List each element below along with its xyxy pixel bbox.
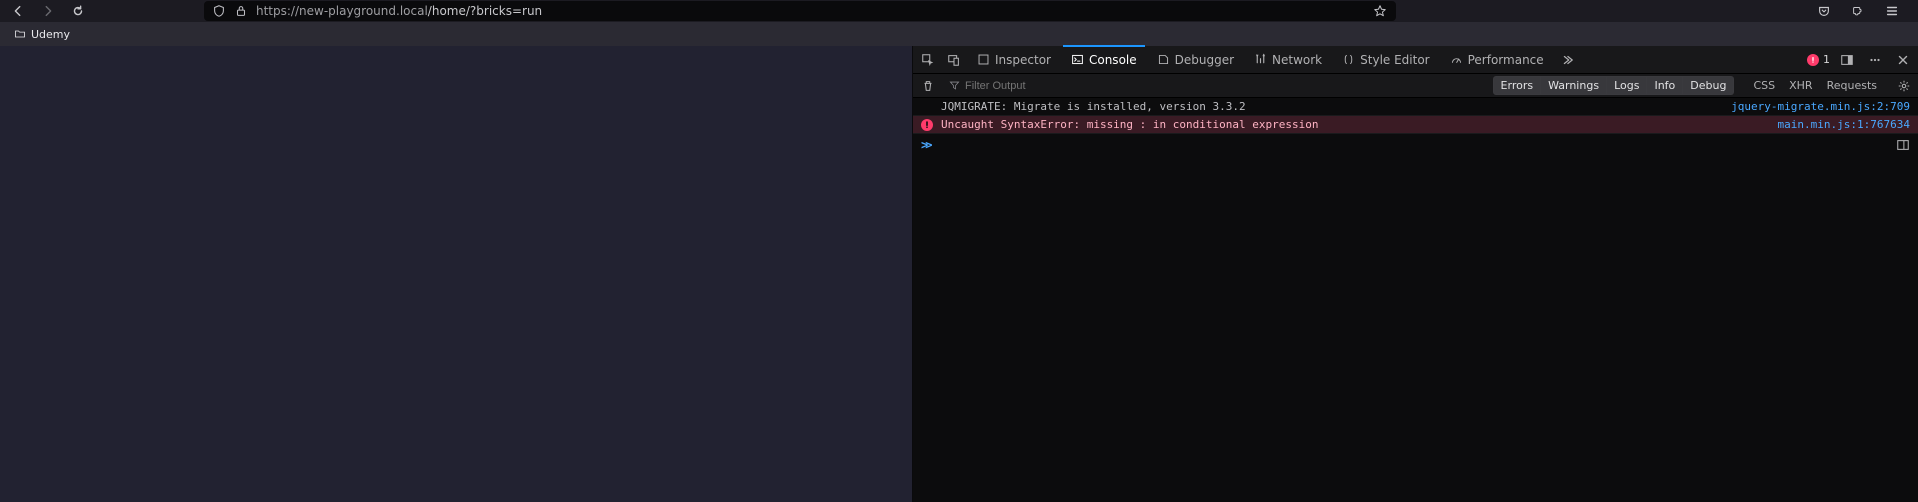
- pick-element-icon[interactable]: [917, 49, 939, 71]
- toggle-info[interactable]: Info: [1647, 76, 1683, 95]
- console-icon: [1071, 53, 1084, 66]
- back-button[interactable]: [10, 3, 26, 19]
- pocket-icon[interactable]: [1816, 3, 1832, 19]
- toggle-css[interactable]: CSS: [1746, 77, 1782, 94]
- error-icon: [921, 119, 933, 131]
- message-text: Uncaught SyntaxError: missing : in condi…: [941, 118, 1770, 131]
- console-toolbar: Errors Warnings Logs Info Debug CSS XHR …: [913, 74, 1918, 98]
- error-count-badge[interactable]: 1: [1807, 53, 1830, 66]
- toggle-errors[interactable]: Errors: [1493, 76, 1542, 95]
- tab-label: Performance: [1468, 53, 1544, 67]
- toggle-warnings[interactable]: Warnings: [1541, 76, 1607, 95]
- console-input-row[interactable]: >>: [913, 134, 1918, 156]
- toggle-debug[interactable]: Debug: [1683, 76, 1734, 95]
- tabs-overflow-icon[interactable]: [1556, 49, 1578, 71]
- clear-console-icon[interactable]: [917, 75, 939, 97]
- folder-icon: [14, 28, 26, 40]
- lock-icon: [234, 4, 248, 18]
- close-devtools-icon[interactable]: [1892, 49, 1914, 71]
- url-path: /home/?bricks=run: [428, 4, 542, 18]
- style-editor-icon: [1342, 53, 1355, 66]
- prompt-chevron-icon: >>: [921, 138, 929, 152]
- bookmarks-bar: Udemy: [0, 22, 1918, 46]
- message-source[interactable]: jquery-migrate.min.js:2:709: [1731, 100, 1910, 113]
- page-viewport[interactable]: [0, 46, 913, 502]
- tab-inspector[interactable]: Inspector: [969, 46, 1059, 74]
- console-message-error[interactable]: Uncaught SyntaxError: missing : in condi…: [913, 116, 1918, 134]
- responsive-mode-icon[interactable]: [943, 49, 965, 71]
- tab-label: Debugger: [1175, 53, 1234, 67]
- tab-network[interactable]: Network: [1246, 46, 1330, 74]
- forward-button[interactable]: [40, 3, 56, 19]
- console-level-toggles: Errors Warnings Logs Info Debug: [1493, 76, 1735, 95]
- extensions-icon[interactable]: [1850, 3, 1866, 19]
- url-text: https://new-playground.local/home/?brick…: [256, 4, 542, 18]
- inspector-icon: [977, 53, 990, 66]
- url-host: https://new-playground.local: [256, 4, 428, 18]
- browser-toolbar: https://new-playground.local/home/?brick…: [0, 0, 1918, 22]
- console-message-log[interactable]: JQMIGRATE: Migrate is installed, version…: [913, 98, 1918, 116]
- error-dot-icon: [1807, 54, 1819, 66]
- devtools-tabs: Inspector Console Debugger Network Style…: [913, 46, 1918, 74]
- toggle-logs[interactable]: Logs: [1607, 76, 1647, 95]
- message-text: JQMIGRATE: Migrate is installed, version…: [941, 100, 1723, 113]
- tab-label: Network: [1272, 53, 1322, 67]
- tab-label: Inspector: [995, 53, 1051, 67]
- tab-debugger[interactable]: Debugger: [1149, 46, 1242, 74]
- console-source-toggles: CSS XHR Requests: [1746, 77, 1884, 94]
- bookmark-star-icon[interactable]: [1372, 3, 1388, 19]
- toggle-xhr[interactable]: XHR: [1782, 77, 1819, 94]
- reload-button[interactable]: [70, 3, 86, 19]
- tab-console[interactable]: Console: [1063, 46, 1145, 74]
- hamburger-menu-icon[interactable]: [1884, 3, 1900, 19]
- tab-label: Style Editor: [1360, 53, 1429, 67]
- console-messages[interactable]: JQMIGRATE: Migrate is installed, version…: [913, 98, 1918, 502]
- more-menu-icon[interactable]: [1864, 49, 1886, 71]
- split-console-icon[interactable]: [1896, 138, 1910, 152]
- filter-output-field[interactable]: [943, 76, 1231, 96]
- message-source[interactable]: main.min.js:1:767634: [1778, 118, 1910, 131]
- devtools-panel: Inspector Console Debugger Network Style…: [913, 46, 1918, 502]
- tab-style-editor[interactable]: Style Editor: [1334, 46, 1437, 74]
- debugger-icon: [1157, 53, 1170, 66]
- toolbar-right-icons: [1816, 3, 1908, 19]
- filter-input[interactable]: [965, 80, 1225, 92]
- bookmark-udemy[interactable]: Udemy: [10, 26, 74, 43]
- bookmark-label: Udemy: [31, 28, 70, 41]
- filter-icon: [949, 80, 960, 91]
- tab-label: Console: [1089, 53, 1137, 67]
- toggle-requests[interactable]: Requests: [1820, 77, 1884, 94]
- error-count: 1: [1823, 53, 1830, 66]
- dock-side-icon[interactable]: [1836, 49, 1858, 71]
- console-settings-icon[interactable]: [1894, 76, 1914, 96]
- shield-icon: [212, 4, 226, 18]
- performance-icon: [1450, 53, 1463, 66]
- network-icon: [1254, 53, 1267, 66]
- tab-performance[interactable]: Performance: [1442, 46, 1552, 74]
- address-bar[interactable]: https://new-playground.local/home/?brick…: [204, 1, 1396, 21]
